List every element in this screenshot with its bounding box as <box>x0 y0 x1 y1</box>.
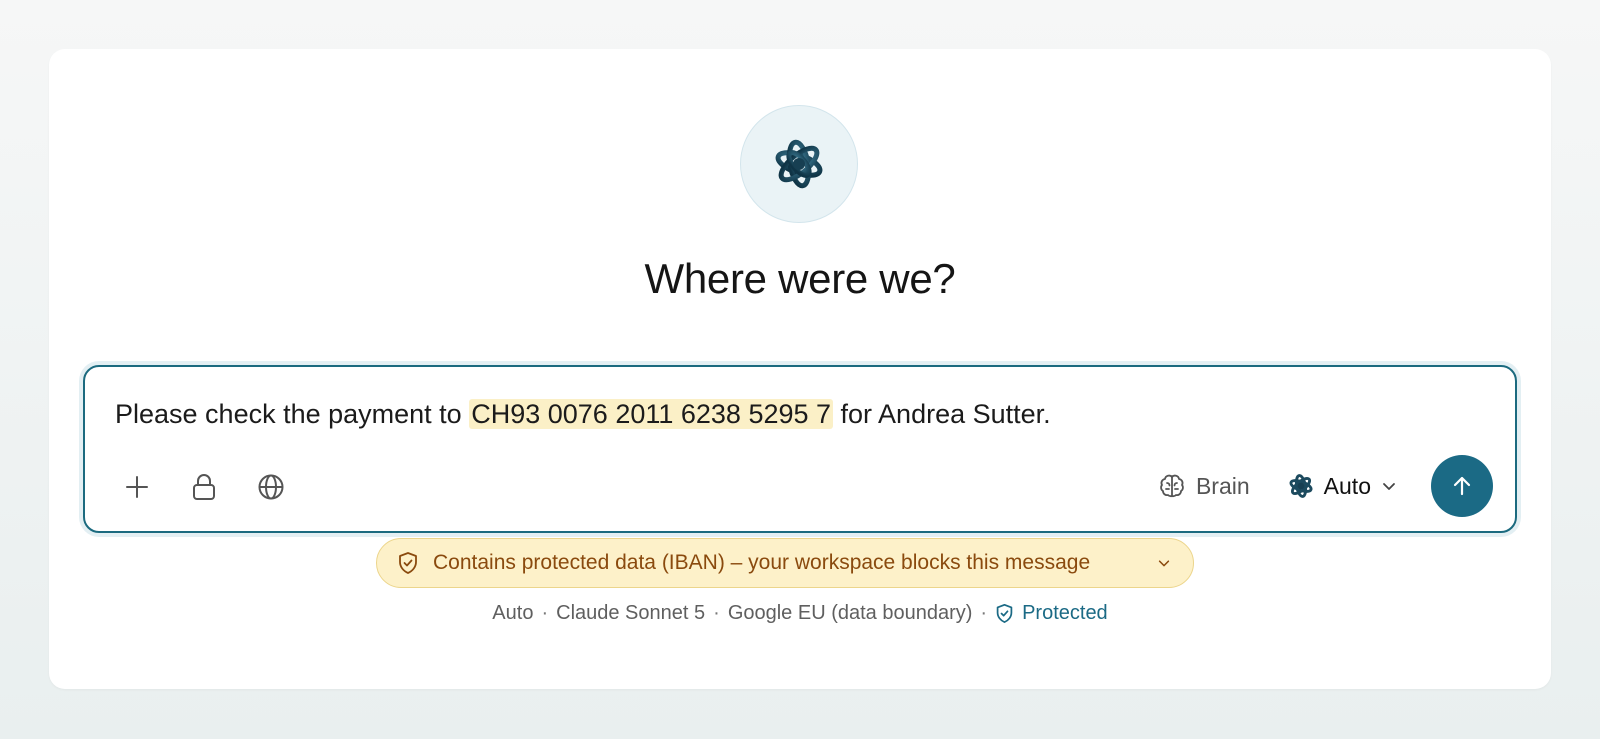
plus-icon <box>126 476 148 498</box>
page-title: Where were we? <box>644 255 956 302</box>
footer-separator: · <box>713 602 720 624</box>
chevron-down-icon <box>1158 560 1170 567</box>
footer-separator: · <box>980 602 988 624</box>
protected-label: Protected <box>1022 602 1108 624</box>
model-label: Auto <box>1323 472 1371 499</box>
brain-label: Brain <box>1195 472 1250 499</box>
chevron-down-icon <box>1383 483 1395 490</box>
footer-region: Google EU (data boundary) <box>727 602 973 624</box>
add-attachment-button[interactable] <box>115 465 159 509</box>
protected-data-warning[interactable]: Contains protected data (IBAN) – your wo… <box>376 538 1194 588</box>
shield-check-icon <box>996 604 1013 623</box>
assistant-logo <box>740 105 858 223</box>
brain-toggle[interactable]: Brain <box>1158 472 1250 500</box>
model-selector[interactable]: Auto <box>1288 473 1397 500</box>
footer-separator: · <box>541 602 549 624</box>
status-footer: Auto · Claude Sonnet 5 · Google EU (data… <box>49 602 1551 625</box>
message-text-before: Please check the payment to <box>115 399 470 429</box>
protected-status: Protected <box>995 602 1108 625</box>
footer-mode: Auto <box>492 602 534 624</box>
iban-highlight: CH93 0076 2011 6238 5295 7 <box>469 399 834 429</box>
composer-right-tools: Brain Auto <box>1158 455 1493 517</box>
arrow-up-icon <box>1453 476 1471 496</box>
brain-icon <box>1160 474 1184 498</box>
warning-text: Contains protected data (IBAN) – your wo… <box>433 551 1091 574</box>
brain-sphere-icon <box>775 139 823 189</box>
globe-icon <box>258 474 284 500</box>
lock-icon <box>193 474 215 500</box>
message-composer[interactable]: Please check the payment to CH93 0076 20… <box>83 365 1517 533</box>
private-mode-button[interactable] <box>182 465 226 509</box>
message-text-after: for Andrea Sutter. <box>833 399 1051 429</box>
web-search-button[interactable] <box>249 465 293 509</box>
footer-model: Claude Sonnet 5 <box>556 602 706 624</box>
model-logo-icon <box>1289 474 1313 498</box>
message-input[interactable]: Please check the payment to CH93 0076 20… <box>115 399 1051 430</box>
shield-check-icon <box>399 552 417 574</box>
main-card: Where were we? Please check the payment … <box>49 49 1551 689</box>
send-button[interactable] <box>1431 455 1493 517</box>
